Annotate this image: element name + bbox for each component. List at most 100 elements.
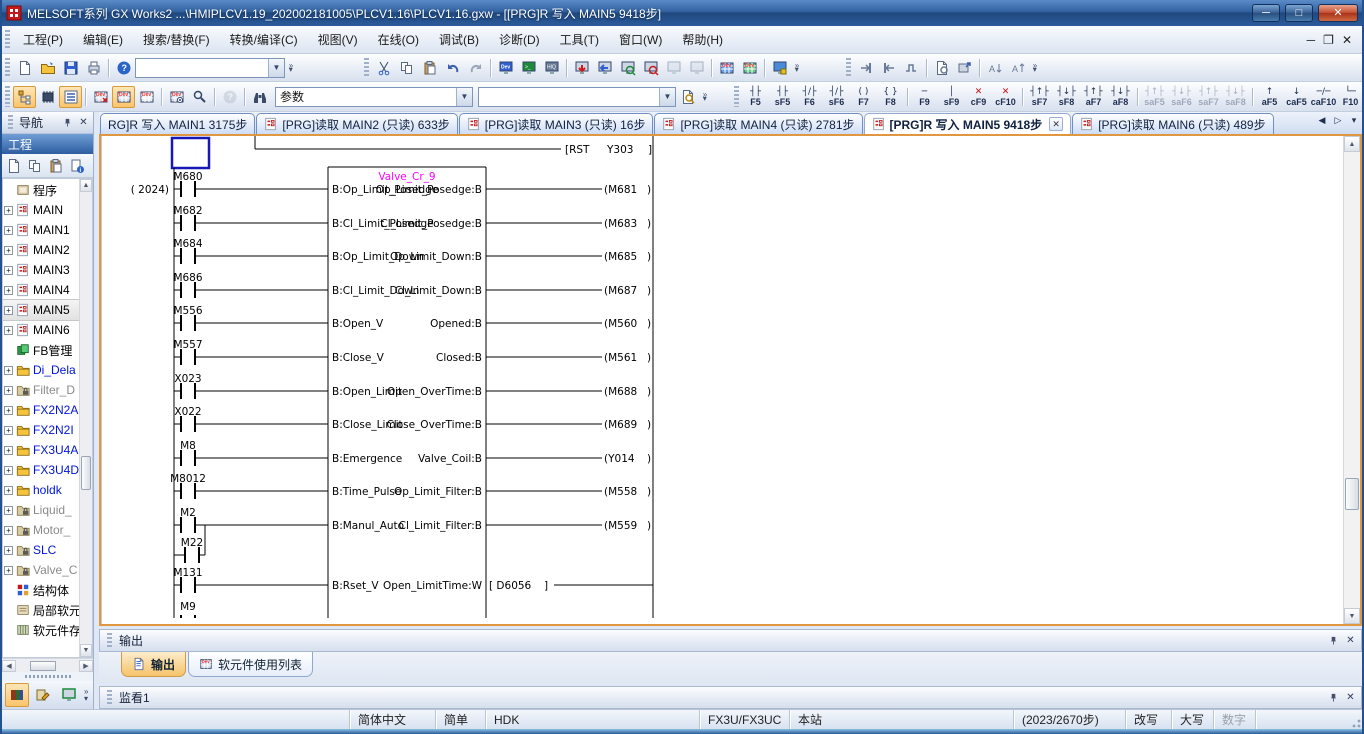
- redo-icon[interactable]: [464, 57, 487, 79]
- panel-grip[interactable]: [8, 115, 13, 130]
- editor-scrollbar[interactable]: ▲ ▼: [1343, 136, 1360, 624]
- chevron-down-icon[interactable]: ▼: [659, 88, 675, 106]
- toolbar-grip[interactable]: [734, 86, 739, 106]
- scroll-down-icon[interactable]: ▼: [80, 644, 92, 657]
- menu-item-11[interactable]: 帮助(H): [672, 29, 733, 51]
- user-lib-icon[interactable]: [31, 683, 55, 707]
- paste-icon[interactable]: [46, 156, 66, 176]
- dev-verify-icon[interactable]: HIQ: [540, 57, 563, 79]
- edit-cursor[interactable]: [172, 138, 209, 168]
- panel-grip[interactable]: [107, 633, 112, 648]
- more-views-icon[interactable]: »▾: [84, 688, 88, 702]
- scroll-right-icon[interactable]: ▶: [79, 660, 93, 672]
- expander-plus-icon[interactable]: +: [4, 486, 13, 495]
- copy-icon[interactable]: [395, 57, 418, 79]
- toolbar-grip[interactable]: [846, 58, 851, 77]
- scroll-up-icon[interactable]: ▲: [1344, 136, 1360, 152]
- ladder-symbol-f6-button[interactable]: ┤/├F6: [796, 84, 823, 109]
- expander-plus-icon[interactable]: +: [4, 306, 13, 315]
- tree-item-[interactable]: 软元件存储器: [3, 620, 79, 640]
- ladder-symbol-saf6-button[interactable]: ┤↓├saF6: [1168, 84, 1195, 109]
- program-tree-icon[interactable]: [13, 86, 36, 108]
- menu-item-3[interactable]: 搜索/替换(F): [133, 29, 220, 51]
- editor-scroll-thumb[interactable]: [1345, 478, 1359, 510]
- ladder-symbol-f5-button[interactable]: ┤├F5: [742, 84, 769, 109]
- pin-icon[interactable]: [61, 116, 74, 129]
- open-folder-icon[interactable]: [36, 57, 59, 79]
- resize-grip[interactable]: [1348, 715, 1362, 729]
- document-tab-6[interactable]: [PRG]读取 MAIN6 (只读) 489步: [1072, 113, 1273, 134]
- chevron-down-icon[interactable]: ▼: [456, 88, 472, 106]
- ladder-symbol-cf10-button[interactable]: ✕cF10: [992, 84, 1019, 109]
- expander-plus-icon[interactable]: +: [4, 566, 13, 575]
- expander-plus-icon[interactable]: +: [4, 526, 13, 535]
- maximize-button[interactable]: □: [1285, 4, 1313, 22]
- mdi-restore-button[interactable]: ❐: [1323, 33, 1334, 47]
- ladder-surface[interactable]: [RSTY303]Valve_Cr_9M680B:Op_Limit_Posedg…: [101, 136, 1343, 624]
- dev-eye-icon[interactable]: Dev: [165, 86, 188, 108]
- expander-plus-icon[interactable]: +: [4, 426, 13, 435]
- tree-item-main5[interactable]: +MAIN5: [3, 300, 79, 320]
- toolbar-grip[interactable]: [5, 58, 10, 77]
- expander-plus-icon[interactable]: +: [4, 466, 13, 475]
- expander-plus-icon[interactable]: +: [4, 506, 13, 515]
- output-tab-1[interactable]: 输出: [121, 652, 186, 677]
- remote-icon[interactable]: [768, 57, 791, 79]
- expander-plus-icon[interactable]: +: [4, 446, 13, 455]
- tree-scrollbar[interactable]: ▲ ▼: [79, 179, 92, 657]
- tree-hscroll-thumb[interactable]: [30, 661, 56, 671]
- tree-item-fx3u4a[interactable]: +FX3U4A: [3, 440, 79, 460]
- tree-item-filterd[interactable]: +Filter_D: [3, 380, 79, 400]
- tree-item-main2[interactable]: +MAIN2: [3, 240, 79, 260]
- scroll-left-icon[interactable]: ◀: [2, 660, 16, 672]
- tree-item-didela[interactable]: +Di_Dela: [3, 360, 79, 380]
- menu-item-6[interactable]: 在线(O): [368, 29, 429, 51]
- find-text-combobox[interactable]: ▼: [478, 87, 676, 107]
- output-tab-2[interactable]: Dev软元件使用列表: [188, 652, 313, 677]
- menu-item-4[interactable]: 转换/编译(C): [220, 29, 308, 51]
- tree-item-fx2n2a[interactable]: +FX2N2A: [3, 400, 79, 420]
- connect-dest-icon[interactable]: [57, 683, 81, 707]
- menu-item-7[interactable]: 调试(B): [429, 29, 489, 51]
- ladder-symbol-caf10-button[interactable]: ─/─caF10: [1310, 84, 1337, 109]
- dev-red-icon[interactable]: Dev: [89, 86, 112, 108]
- find-target-combobox[interactable]: 参数▼: [275, 87, 473, 107]
- binoculars-icon[interactable]: [248, 86, 271, 108]
- tree-item-[interactable]: 程序: [3, 180, 79, 200]
- ladder-symbol-af5-button[interactable]: ↑aF5: [1256, 84, 1283, 109]
- tree-item-fx2n2i[interactable]: +FX2N2I: [3, 420, 79, 440]
- expander-plus-icon[interactable]: +: [4, 286, 13, 295]
- minimize-button[interactable]: ─: [1252, 4, 1280, 22]
- expander-plus-icon[interactable]: +: [4, 266, 13, 275]
- monitor-red-icon[interactable]: [639, 57, 662, 79]
- tree-item-main6[interactable]: +MAIN6: [3, 320, 79, 340]
- toolbar-grip[interactable]: [5, 86, 10, 106]
- dev-read-icon[interactable]: >_: [517, 57, 540, 79]
- ladder-symbol-sf9-button[interactable]: │sF9: [938, 84, 965, 109]
- toolbar-overflow-icon[interactable]: »▾: [285, 57, 297, 79]
- expander-plus-icon[interactable]: +: [4, 546, 13, 555]
- dev-write-icon[interactable]: Dev: [494, 57, 517, 79]
- scroll-up-icon[interactable]: ▲: [80, 179, 92, 192]
- dev-green-icon[interactable]: Dev: [738, 57, 761, 79]
- tree-item-liquid[interactable]: +Liquid_: [3, 500, 79, 520]
- ladder-symbol-saf7-button[interactable]: ┤↑├saF7: [1195, 84, 1222, 109]
- document-tab-2[interactable]: [PRG]读取 MAIN2 (只读) 633步: [256, 113, 457, 134]
- tree-item-main4[interactable]: +MAIN4: [3, 280, 79, 300]
- copy-icon[interactable]: [25, 156, 45, 176]
- panel-grip[interactable]: [107, 690, 112, 705]
- ladder-symbol-cf9-button[interactable]: ✕cF9: [965, 84, 992, 109]
- tree-item-[interactable]: 局部软元件: [3, 600, 79, 620]
- mdi-minimize-button[interactable]: ─: [1307, 33, 1316, 47]
- close-icon[interactable]: ✕: [77, 116, 90, 129]
- expander-plus-icon[interactable]: +: [4, 206, 13, 215]
- module-icon[interactable]: [36, 86, 59, 108]
- list-view-icon[interactable]: [59, 86, 82, 108]
- undo-icon[interactable]: [441, 57, 464, 79]
- cut-icon[interactable]: [372, 57, 395, 79]
- ladder-symbol-sf7-button[interactable]: ┤↑├sF7: [1026, 84, 1053, 109]
- toolbar-overflow-icon[interactable]: »▾: [1029, 57, 1041, 79]
- tree-item-main3[interactable]: +MAIN3: [3, 260, 79, 280]
- menu-item-2[interactable]: 编辑(E): [73, 29, 133, 51]
- plc-read-icon[interactable]: [593, 57, 616, 79]
